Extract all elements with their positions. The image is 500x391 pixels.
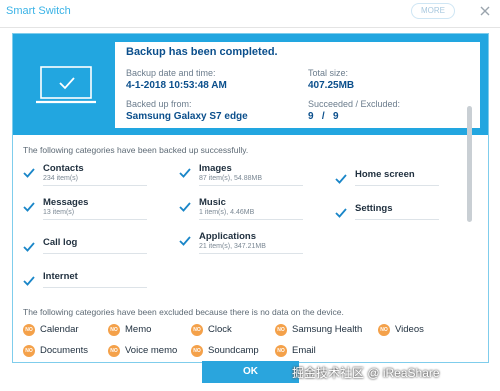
scrollbar[interactable] xyxy=(467,106,472,222)
excluded-name: Documents xyxy=(40,345,89,356)
excluded-icon: NO xyxy=(378,324,390,336)
category-name: Call log xyxy=(43,237,78,248)
category-name: Contacts xyxy=(43,163,84,174)
check-icon xyxy=(179,236,191,246)
divider xyxy=(199,253,303,254)
close-icon[interactable] xyxy=(478,4,492,18)
divider xyxy=(199,185,303,186)
excluded-icon: NO xyxy=(191,345,203,357)
backup-status-heading: Backup has been completed. xyxy=(126,46,278,58)
category-details: 87 item(s), 54.88MB xyxy=(199,175,263,182)
result-value: 9 / 9 xyxy=(308,111,339,122)
excluded-name: Videos xyxy=(395,324,424,335)
watermark: 掘金技术社区 @ iReaShare xyxy=(292,366,440,380)
excluded-icon: NO xyxy=(23,345,35,357)
excluded-icon: NO xyxy=(108,324,120,336)
excluded-icon: NO xyxy=(275,345,287,357)
category-name: Internet xyxy=(43,271,78,282)
source-device: Samsung Galaxy S7 edge xyxy=(126,111,248,122)
excluded-name: Soundcamp xyxy=(208,345,259,356)
divider xyxy=(43,253,147,254)
excluded-section-title: The following categories have been exclu… xyxy=(23,307,344,317)
category-list: The following categories have been backe… xyxy=(13,135,488,362)
size-label: Total size: xyxy=(308,68,349,78)
excluded-name: Memo xyxy=(125,324,152,335)
excluded-name: Email xyxy=(292,345,316,356)
divider xyxy=(43,287,147,288)
date-label: Backup date and time: xyxy=(126,68,216,78)
check-icon xyxy=(179,168,191,178)
divider xyxy=(199,219,303,220)
excluded-icon: NO xyxy=(108,345,120,357)
excluded-name: Clock xyxy=(208,324,232,335)
category-details: 21 item(s), 347.21MB xyxy=(199,243,266,250)
excluded-name: Calendar xyxy=(40,324,79,335)
category-name: Home screen xyxy=(355,169,415,180)
divider xyxy=(43,185,147,186)
category-details: 13 item(s) xyxy=(43,209,75,216)
date-value: 4-1-2018 10:53:48 AM xyxy=(126,80,227,91)
more-button[interactable]: MORE xyxy=(411,3,455,19)
laptop-check-icon xyxy=(36,66,96,104)
check-icon xyxy=(179,202,191,212)
backup-result-dialog: Backup has been completed. Backup date a… xyxy=(12,33,489,363)
category-details: 234 item(s) xyxy=(43,175,79,182)
category-name: Music xyxy=(199,197,226,208)
divider xyxy=(355,185,439,186)
divider xyxy=(355,219,439,220)
divider xyxy=(43,219,147,220)
check-icon xyxy=(23,202,35,212)
check-icon xyxy=(23,168,35,178)
size-value: 407.25MB xyxy=(308,80,355,91)
category-name: Images xyxy=(199,163,232,174)
source-label: Backed up from: xyxy=(126,99,192,109)
backed-up-section-title: The following categories have been backe… xyxy=(23,145,249,155)
category-details: 1 item(s), 4.46MB xyxy=(199,209,255,216)
check-icon xyxy=(23,242,35,252)
excluded-icon: NO xyxy=(275,324,287,336)
check-icon xyxy=(23,276,35,286)
check-icon xyxy=(335,208,347,218)
category-name: Messages xyxy=(43,197,89,208)
category-name: Settings xyxy=(355,203,393,214)
app-title: Smart Switch xyxy=(6,5,71,17)
result-label: Succeeded / Excluded: xyxy=(308,99,401,109)
check-icon xyxy=(335,174,347,184)
excluded-icon: NO xyxy=(23,324,35,336)
excluded-name: Samsung Health xyxy=(292,324,363,335)
category-name: Applications xyxy=(199,231,257,242)
title-bar: Smart Switch MORE xyxy=(0,0,500,28)
excluded-icon: NO xyxy=(191,324,203,336)
ok-button[interactable]: OK xyxy=(202,361,299,383)
excluded-name: Voice memo xyxy=(125,345,178,356)
summary-card: Backup has been completed. Backup date a… xyxy=(115,42,480,128)
result-banner: Backup has been completed. Backup date a… xyxy=(13,34,488,135)
